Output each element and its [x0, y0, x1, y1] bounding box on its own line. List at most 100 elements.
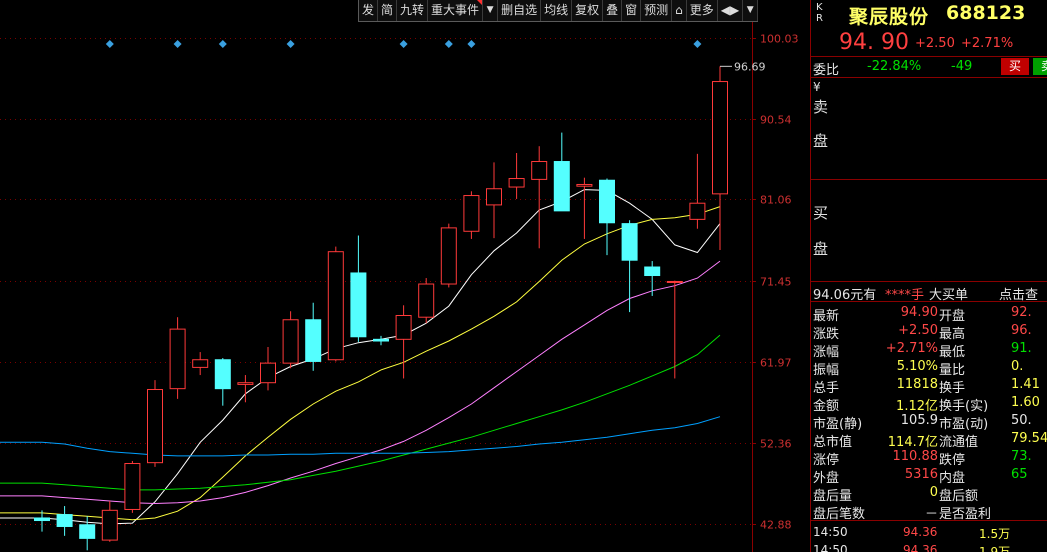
event-marker-icon: [444, 40, 453, 48]
ask-row[interactable]: [811, 98, 1047, 118]
bid-row[interactable]: [811, 200, 1047, 220]
speaker-icon[interactable]: ◀▶: [718, 0, 744, 21]
candle-body: [644, 266, 661, 277]
tb-major-events-label: 重大事件: [431, 3, 480, 17]
stats-table: 最新 94.90 开盘 92. 涨跌 +2.50 最高 96. 涨幅 +2.71% 最低 91. 振幅 5…: [811, 302, 1047, 522]
tb-remove-watchlist-button[interactable]: 删自选: [498, 0, 542, 21]
candle-body: [327, 251, 344, 361]
bid-row[interactable]: [811, 220, 1047, 240]
candle-body: [169, 328, 186, 390]
order-ratio-row: 委比 -22.84% -49 买 卖: [811, 57, 1047, 78]
candle-body: [260, 362, 276, 384]
tick-row: 14:50 94.36 1.5万: [811, 523, 1047, 541]
stat-value: 96.: [1011, 323, 1032, 338]
kr-badge: K R: [816, 2, 823, 24]
big-order-label: 大买单: [929, 288, 969, 303]
candle-body: [599, 179, 615, 224]
y-tick-label: 42.88: [760, 519, 792, 532]
tick-price: 94.36: [903, 543, 938, 552]
stock-code: 688123: [946, 2, 1026, 24]
bid-row[interactable]: [811, 261, 1047, 281]
tb-more-button[interactable]: 更多: [687, 0, 718, 21]
ratio-diff: -49: [951, 59, 973, 74]
candle-body: [712, 81, 728, 195]
candle-body: [666, 280, 683, 283]
kline-chart-area[interactable]: 100.03 90.54 81.06 71.45 61.97 52.36 42.88 96.6…: [0, 0, 810, 552]
candle-body: [56, 514, 73, 527]
stat-value: 79.54: [1011, 431, 1047, 446]
stats-row: 涨跌 +2.50 最高 96.: [811, 322, 1047, 342]
candle-body: [305, 319, 322, 362]
candle-body: [147, 389, 163, 464]
stat-value: 5316: [904, 467, 938, 482]
y-tick-label: 71.45: [760, 276, 792, 289]
event-marker-icon: [467, 40, 476, 48]
stats-row: 涨幅 +2.71% 最低 91.: [811, 340, 1047, 360]
stats-row: 金额 1.12亿 换手(实) 1.60: [811, 394, 1047, 414]
chart-toolbar: 发 简 九转 重大事件 ▼ 删自选 均线 复权 叠 窗 预测 ⌂ 更多 ◀▶ ▼: [358, 0, 759, 22]
stat-value: 1.60: [1011, 395, 1040, 410]
stat-value: 105.9: [900, 413, 938, 428]
last-price: 94. 90: [839, 30, 909, 55]
candle-body: [440, 227, 457, 285]
bid-row[interactable]: [811, 180, 1047, 200]
sell-button[interactable]: 卖: [1033, 58, 1047, 75]
tb-simple-button[interactable]: 简: [378, 0, 398, 21]
candle-body: [576, 183, 593, 187]
stat-value: 110.88: [892, 449, 939, 464]
stat-value: +2.71%: [885, 341, 938, 356]
stats-row: 外盘 5316 内盘 65: [811, 466, 1047, 486]
buy-button[interactable]: 买: [1001, 58, 1029, 75]
candle-body: [395, 314, 412, 340]
moving-average-line: [0, 334, 721, 491]
event-marker-icon: [399, 40, 408, 48]
big-order-link[interactable]: 点击查: [999, 284, 1038, 303]
tb-overlay-button[interactable]: 叠: [603, 0, 623, 21]
stat-value: 1.41: [1011, 377, 1040, 392]
candle-body: [101, 509, 118, 541]
ask-row[interactable]: [811, 159, 1047, 179]
stats-row: 总手 11818 换手 1.41: [811, 376, 1047, 396]
stat-label: 是否盈利: [939, 507, 992, 522]
stat-value: 50.: [1011, 413, 1032, 428]
big-order-row: 94.06元有 ****手 大买单 点击查: [811, 282, 1047, 303]
candle-body: [621, 223, 638, 261]
event-marker-icon: [218, 40, 227, 48]
tb-forecast-button[interactable]: 预测: [641, 0, 673, 21]
tb-events-dropdown[interactable]: ▼: [483, 0, 499, 21]
flag-icon: [477, 0, 483, 5]
stats-row: 涨停 110.88 跌停 73.: [811, 448, 1047, 468]
tick-price: 94.36: [903, 525, 938, 539]
kline-chart[interactable]: 100.03 90.54 81.06 71.45 61.97 52.36 42.88 96.6…: [0, 0, 810, 552]
event-marker-icon: [105, 40, 114, 48]
stat-value: 92.: [1011, 305, 1032, 320]
ask-row[interactable]: [811, 78, 1047, 98]
big-order-price: 94.06元有: [813, 288, 877, 303]
tick-volume: 1.5万: [979, 527, 1011, 541]
lock-icon[interactable]: ⌂: [672, 0, 687, 21]
tb-window-button[interactable]: 窗: [622, 0, 642, 21]
ask-row[interactable]: [811, 139, 1047, 159]
tick-time: 14:50: [813, 525, 848, 539]
candle-body: [531, 161, 548, 180]
stat-value: 65: [1011, 467, 1028, 482]
stat-value: 11818: [896, 377, 938, 392]
stat-value: 94.90: [900, 305, 938, 320]
candle-body: [124, 463, 141, 510]
tb-adjust-button[interactable]: 复权: [572, 0, 604, 21]
y-tick-label: 100.03: [760, 33, 799, 46]
bid-row[interactable]: [811, 241, 1047, 261]
price-change: +2.50: [915, 36, 955, 51]
tb-fa-button[interactable]: 发: [359, 0, 379, 21]
tick-list: 14:50 94.36 1.5万 14:50 94.36 1.9万: [811, 521, 1047, 552]
tb-moving-average-button[interactable]: 均线: [541, 0, 573, 21]
y-tick-label: 81.06: [760, 194, 792, 207]
candle-body: [689, 202, 706, 220]
tb-more-dropdown[interactable]: ▼: [743, 0, 759, 21]
tb-major-events-button[interactable]: 重大事件: [428, 0, 484, 21]
candle-body: [350, 272, 367, 338]
tb-nine-turn-button[interactable]: 九转: [397, 0, 429, 21]
quote-panel: K R 聚辰股份 688123 94. 90 +2.50 +2.71% 委比 -…: [810, 0, 1047, 552]
stock-name: 聚辰股份: [849, 6, 930, 28]
ask-row[interactable]: [811, 118, 1047, 138]
